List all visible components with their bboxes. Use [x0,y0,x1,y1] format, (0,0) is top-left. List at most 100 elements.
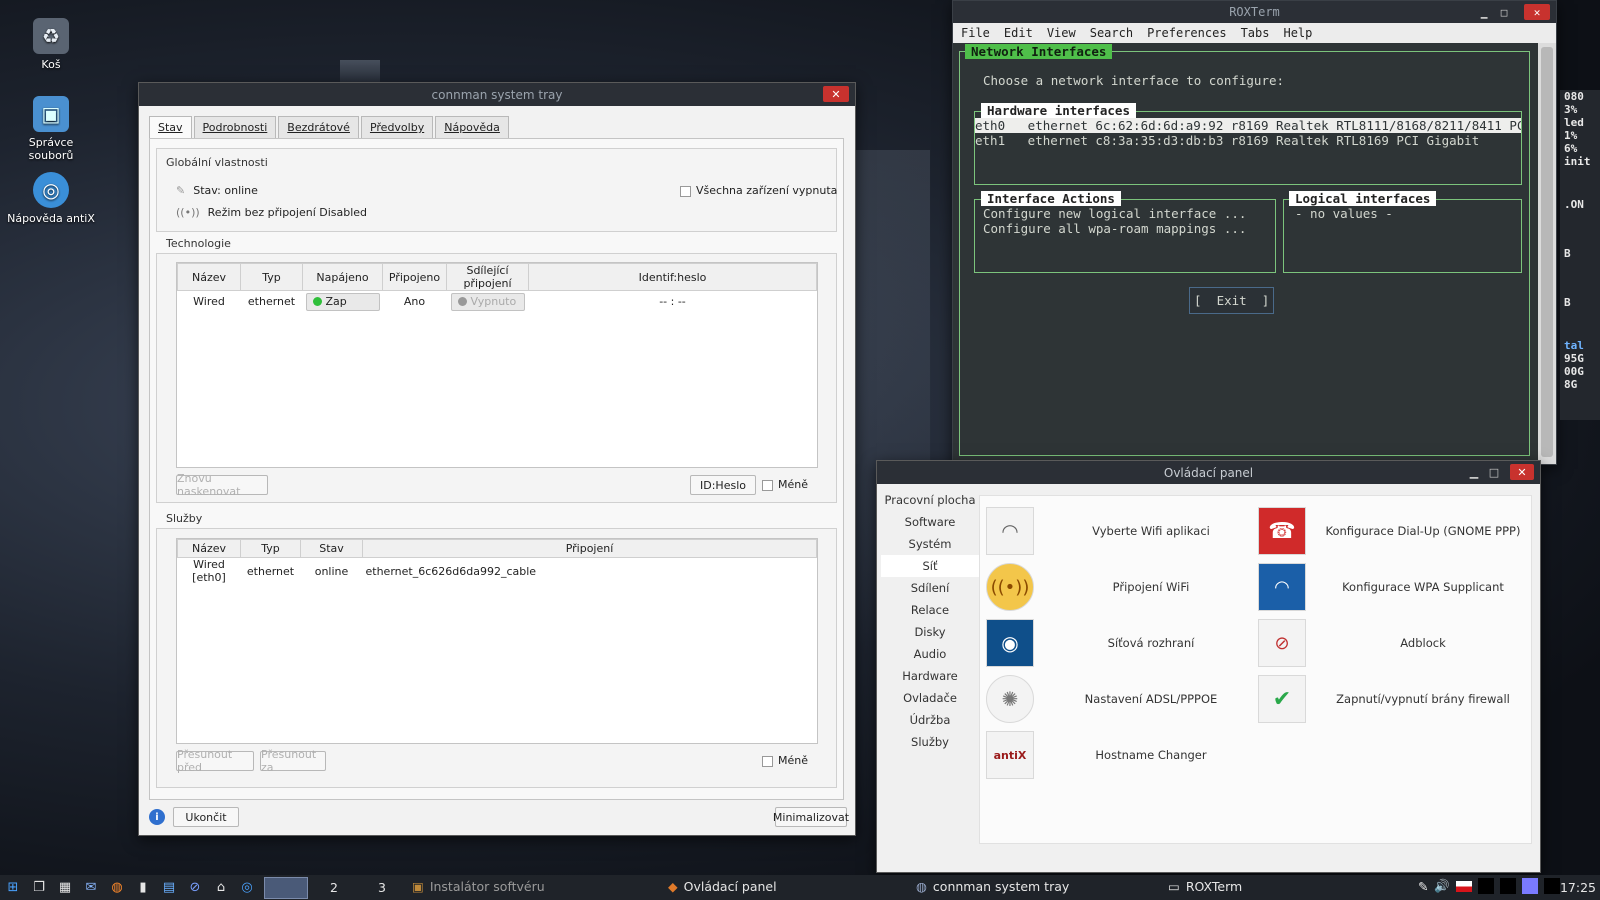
powered-toggle[interactable]: Zap [305,292,380,311]
category-item-selected[interactable]: Síť [881,555,979,577]
tab-podrobnosti[interactable]: Podrobnosti [193,116,277,138]
column-header[interactable]: Typ [240,263,303,291]
less-checkbox-services[interactable]: Méně [762,754,808,767]
move-before-button[interactable]: Přesunout před [176,748,254,774]
mail-icon[interactable]: ✉ [82,879,100,897]
category-item[interactable]: Relace [881,599,979,621]
cp-item-wpa[interactable]: ◠ Konfigurace WPA Supplicant [1258,562,1528,612]
clock[interactable]: 17:25 [1560,880,1596,895]
cp-item-firewall[interactable]: ✔ Zapnutí/vypnutí brány firewall [1258,674,1528,724]
category-item[interactable]: Ovladače [881,687,979,709]
desktop-icon-trash[interactable]: ♻ Koš [6,18,96,71]
network-icon[interactable]: ⌂ [212,879,230,897]
category-item[interactable]: Disky [881,621,979,643]
column-header[interactable]: Název [177,263,241,291]
task-control-panel[interactable]: ◆ Ovládací panel [668,879,777,894]
workspace-3[interactable]: 3 [378,880,386,895]
pencil-tray-icon[interactable]: ✎ [1418,879,1428,894]
menu-search[interactable]: Search [1090,26,1133,40]
checkbox-icon[interactable] [762,479,773,491]
info-icon[interactable]: i [149,809,165,825]
minimize-icon[interactable]: ▁ [1476,4,1492,20]
workspace-1[interactable] [264,876,308,899]
cp-item-dialup[interactable]: ☎ Konfigurace Dial-Up (GNOME PPP) [1258,506,1528,556]
category-item[interactable]: Systém [881,533,979,555]
column-header[interactable]: Název [177,539,241,558]
cp-item-wifi-connect[interactable]: ((•)) Připojení WiFi [986,562,1256,612]
tethering-toggle[interactable]: Vypnuto [450,292,525,311]
cp-item-wifi-select[interactable]: ◠ Vyberte Wifi aplikaci [986,506,1256,556]
flag-icon[interactable] [1456,880,1472,892]
category-item[interactable]: Údržba [881,709,979,731]
windows-icon[interactable]: ❐ [30,879,48,897]
category-item[interactable]: Sdílení [881,577,979,599]
menu-help[interactable]: Help [1283,26,1312,40]
close-button[interactable]: ✕ [1510,464,1534,480]
table-row[interactable]: Wired [eth0] ethernet online ethernet_6c… [178,558,817,584]
tab-predvolby[interactable]: Předvolby [360,116,434,138]
table-row[interactable]: Wired ethernet Zap Ano Vypnuto -- : -- [178,291,817,313]
category-item[interactable]: Software [881,511,979,533]
tab-stav[interactable]: Stav [149,116,192,138]
task-roxterm[interactable]: ▭ ROXTerm [1168,879,1242,894]
cp-item-network-interfaces[interactable]: ◉ Síťová rozhraní [986,618,1256,668]
cp-item-hostname[interactable]: antiX Hostname Changer [986,730,1256,780]
usb-icon[interactable]: ▮ [134,879,152,897]
id-password-button[interactable]: ID:Heslo [690,475,756,495]
menu-file[interactable]: File [961,26,990,40]
grid-icon[interactable]: ▦ [56,879,74,897]
column-header[interactable]: Identif:heslo [528,263,817,291]
quit-button[interactable]: Ukončit [173,807,239,827]
category-item[interactable]: Služby [881,731,979,753]
column-header[interactable]: Sdílející připojení [446,263,529,291]
menu-preferences[interactable]: Preferences [1147,26,1226,40]
category-item[interactable]: Audio [881,643,979,665]
column-header[interactable]: Typ [240,539,301,558]
category-item[interactable]: Hardware [881,665,979,687]
close-button[interactable]: ✕ [823,86,849,102]
all-devices-off-checkbox[interactable]: Všechna zařízení vypnuta [680,184,837,197]
column-header[interactable]: Připojení [362,539,817,558]
tab-bezdratove[interactable]: Bezdrátové [278,116,359,138]
scrollbar-thumb[interactable] [1541,47,1553,457]
help-icon[interactable]: ◎ [238,879,256,897]
task-connman[interactable]: ◍ connman system tray [916,879,1069,894]
workspace-2[interactable]: 2 [330,880,338,895]
maximize-icon[interactable]: □ [1486,464,1502,480]
terminal-scrollbar[interactable] [1538,43,1556,464]
hw-interface-row-selected[interactable]: eth0 ethernet 6c:62:6d:6d:a9:92 r8169 Re… [975,118,1521,133]
terminal-area[interactable]: Network Interfaces Choose a network inte… [953,43,1538,464]
folder-icon[interactable]: ▤ [160,879,178,897]
desktop-icon-file-manager[interactable]: ▣ Správce souborů [6,96,96,162]
cp-item-adblock[interactable]: ⊘ Adblock [1258,618,1528,668]
column-header[interactable]: Napájeno [302,263,383,291]
block-icon[interactable]: ⊘ [186,879,204,897]
rescan-button[interactable]: Znovu naskenovat [176,472,268,498]
app-menu-icon[interactable]: ⊞ [4,879,22,897]
action-item[interactable]: Configure all wpa-roam mappings ... [983,221,1246,236]
column-header[interactable]: Stav [300,539,363,558]
task-software-installer[interactable]: ▣ Instalátor softvéru [412,879,545,894]
menu-edit[interactable]: Edit [1004,26,1033,40]
menu-tabs[interactable]: Tabs [1241,26,1270,40]
maximize-icon[interactable]: □ [1496,4,1512,20]
cp-item-adsl[interactable]: ✺ Nastavení ADSL/PPPOE [986,674,1256,724]
firefox-icon[interactable]: ◍ [108,879,126,897]
checkbox-icon[interactable] [762,755,773,767]
category-item[interactable]: Pracovní plocha [881,489,979,511]
tab-napoveda[interactable]: Nápověda [435,116,509,138]
hw-interface-row[interactable]: eth1 ethernet c8:3a:35:d3:db:b3 r8169 Re… [975,133,1479,148]
close-button[interactable]: ✕ [1524,4,1550,20]
action-item[interactable]: Configure new logical interface ... [983,206,1246,221]
volume-icon[interactable]: 🔊 [1434,878,1450,894]
minimize-button[interactable]: Minimalizovat [773,807,849,827]
column-header[interactable]: Připojeno [382,263,447,291]
offline-mode-text: Režim bez připojení Disabled [207,206,368,219]
menu-view[interactable]: View [1047,26,1076,40]
exit-button[interactable]: [ Exit ] [1189,287,1275,314]
checkbox-icon[interactable] [680,185,691,197]
desktop-icon-help[interactable]: ◎ Nápověda antiX [6,172,96,225]
move-after-button[interactable]: Přesunout za [260,748,326,774]
less-checkbox[interactable]: Méně [762,478,808,491]
minimize-icon[interactable]: ▁ [1466,464,1482,480]
